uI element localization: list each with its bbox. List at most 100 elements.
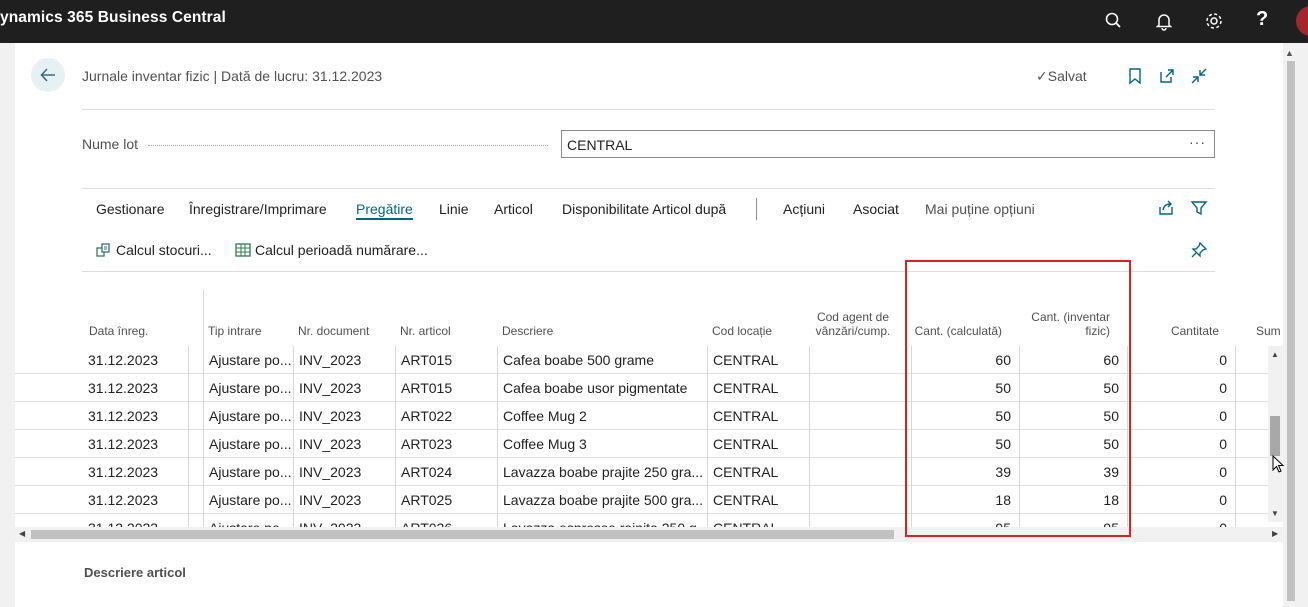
row-date[interactable]: 31.12.2023: [83, 402, 188, 430]
row-description[interactable]: Lavazza espresso rainita 250 g...: [497, 514, 707, 528]
row-item-no[interactable]: ART015: [395, 346, 497, 374]
row-item-no[interactable]: ART022: [395, 402, 497, 430]
row-date[interactable]: 31.12.2023: [83, 514, 188, 528]
row-entry-type[interactable]: Ajustare po...: [203, 430, 293, 458]
row-entry-type[interactable]: Ajustare po...: [203, 514, 293, 528]
row-empty-cell[interactable]: [188, 402, 203, 430]
row-location[interactable]: CENTRAL: [707, 458, 809, 486]
row-quantity[interactable]: 0: [1127, 486, 1235, 514]
tab-actiuni[interactable]: Acțiuni: [783, 201, 825, 217]
row-item-no[interactable]: ART023: [395, 430, 497, 458]
row-description[interactable]: Lavazza boabe prajite 500 gra...: [497, 486, 707, 514]
row-empty-cell[interactable]: [1235, 346, 1268, 374]
collapse-icon[interactable]: [1190, 67, 1208, 85]
row-empty-cell[interactable]: [188, 430, 203, 458]
tab-linie[interactable]: Linie: [439, 201, 469, 217]
row-description[interactable]: Lavazza boabe prajite 250 gra...: [497, 458, 707, 486]
row-quantity[interactable]: 0: [1127, 346, 1235, 374]
row-salesperson[interactable]: [809, 514, 911, 528]
row-entry-type[interactable]: Ajustare po...: [203, 374, 293, 402]
scroll-left-icon[interactable]: ◀: [19, 529, 25, 538]
calc-counting-period-action[interactable]: Calcul perioadă numărare...: [235, 242, 428, 258]
help-icon[interactable]: ?: [1256, 8, 1268, 31]
row-date[interactable]: 31.12.2023: [83, 374, 188, 402]
page-scrollbar-thumb[interactable]: [1287, 61, 1295, 601]
row-empty-cell[interactable]: [188, 458, 203, 486]
row-empty-cell[interactable]: [188, 486, 203, 514]
more-options-icon[interactable]: ···: [1189, 134, 1206, 150]
row-quantity[interactable]: 0: [1127, 514, 1235, 528]
row-item-no[interactable]: ART015: [395, 374, 497, 402]
row-location[interactable]: CENTRAL: [707, 346, 809, 374]
row-description[interactable]: Cafea boabe 500 grame: [497, 346, 707, 374]
bookmark-icon[interactable]: [1126, 67, 1144, 85]
row-doc-no[interactable]: INV_2023: [293, 430, 395, 458]
filter-icon[interactable]: [1190, 199, 1208, 217]
col-header-salesperson[interactable]: Cod agent de vânzări/cump.: [814, 310, 892, 338]
back-button[interactable]: [31, 58, 65, 92]
row-description[interactable]: Coffee Mug 3: [497, 430, 707, 458]
row-item-no[interactable]: ART026: [395, 514, 497, 528]
row-empty-cell[interactable]: [1235, 430, 1268, 458]
grid-hscroll-thumb[interactable]: [31, 530, 894, 539]
col-header-entry-type[interactable]: Tip intrare: [208, 324, 262, 338]
row-empty-cell[interactable]: [188, 374, 203, 402]
row-empty-cell[interactable]: [188, 346, 203, 374]
col-header-item-no[interactable]: Nr. articol: [400, 324, 451, 338]
row-entry-type[interactable]: Ajustare po...: [203, 458, 293, 486]
scroll-up-icon[interactable]: ▲: [1271, 350, 1279, 359]
row-salesperson[interactable]: [809, 374, 911, 402]
row-empty-cell[interactable]: [1235, 374, 1268, 402]
row-entry-type[interactable]: Ajustare po...: [203, 486, 293, 514]
row-doc-no[interactable]: INV_2023: [293, 514, 395, 528]
row-empty-cell[interactable]: [1235, 402, 1268, 430]
row-empty-cell[interactable]: [1235, 458, 1268, 486]
grid-vertical-scrollbar[interactable]: ▲ ▼: [1268, 346, 1283, 522]
pin-icon[interactable]: [1190, 241, 1208, 259]
avatar[interactable]: [1296, 6, 1308, 36]
row-location[interactable]: CENTRAL: [707, 486, 809, 514]
row-empty-cell[interactable]: [1235, 514, 1268, 528]
scroll-down-icon[interactable]: ▼: [1271, 509, 1279, 518]
row-salesperson[interactable]: [809, 430, 911, 458]
bell-icon[interactable]: [1153, 10, 1175, 32]
row-date[interactable]: 31.12.2023: [83, 430, 188, 458]
row-empty-cell[interactable]: [1235, 486, 1268, 514]
row-salesperson[interactable]: [809, 486, 911, 514]
row-quantity[interactable]: 0: [1127, 430, 1235, 458]
row-quantity[interactable]: 0: [1127, 374, 1235, 402]
row-description[interactable]: Coffee Mug 2: [497, 402, 707, 430]
scroll-up-icon[interactable]: ▲: [1285, 48, 1294, 58]
row-quantity[interactable]: 0: [1127, 402, 1235, 430]
share-icon[interactable]: [1157, 199, 1175, 217]
page-scrollbar[interactable]: ▲: [1283, 43, 1308, 607]
open-new-window-icon[interactable]: [1158, 67, 1176, 85]
row-salesperson[interactable]: [809, 346, 911, 374]
batch-name-input[interactable]: CENTRAL ···: [561, 130, 1215, 158]
tab-gestionare[interactable]: Gestionare: [96, 201, 164, 217]
row-empty-cell[interactable]: [188, 514, 203, 528]
row-entry-type[interactable]: Ajustare po...: [203, 402, 293, 430]
tab-disponibilitate[interactable]: Disponibilitate Articol după: [562, 201, 726, 217]
row-description[interactable]: Cafea boabe usor pigmentate: [497, 374, 707, 402]
scroll-right-icon[interactable]: ▶: [1272, 529, 1278, 538]
row-location[interactable]: CENTRAL: [707, 374, 809, 402]
row-location[interactable]: CENTRAL: [707, 402, 809, 430]
grid-vscroll-thumb[interactable]: [1270, 416, 1280, 456]
tab-fewer-options[interactable]: Mai puține opțiuni: [925, 201, 1035, 217]
row-item-no[interactable]: ART024: [395, 458, 497, 486]
tab-pregatire[interactable]: Pregătire: [356, 201, 413, 220]
row-salesperson[interactable]: [809, 458, 911, 486]
gear-icon[interactable]: [1203, 10, 1225, 32]
item-description-section-title[interactable]: Descriere articol: [84, 565, 186, 580]
row-doc-no[interactable]: INV_2023: [293, 458, 395, 486]
row-date[interactable]: 31.12.2023: [83, 458, 188, 486]
col-header-quantity[interactable]: Cantitate: [1135, 324, 1219, 338]
col-header-amount[interactable]: Sum: [1256, 324, 1281, 338]
row-doc-no[interactable]: INV_2023: [293, 374, 395, 402]
row-date[interactable]: 31.12.2023: [83, 486, 188, 514]
col-header-location[interactable]: Cod locație: [712, 324, 772, 338]
col-header-doc-no[interactable]: Nr. document: [298, 324, 369, 338]
row-date[interactable]: 31.12.2023: [83, 346, 188, 374]
row-item-no[interactable]: ART025: [395, 486, 497, 514]
